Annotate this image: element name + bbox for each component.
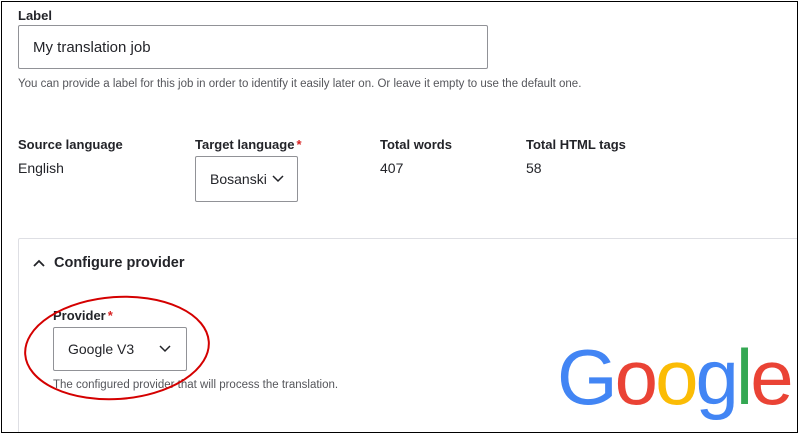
google-logo-letter: G [557,333,618,421]
translation-job-form: Label You can provide a label for this j… [1,1,798,433]
provider-select[interactable]: Google V3 [53,327,187,371]
configure-provider-summary[interactable]: Configure provider [19,239,797,287]
required-marker: * [107,308,113,323]
chevron-down-icon [158,344,172,354]
target-language-title: Target language * [195,137,302,152]
total-html-tags-value: 58 [526,160,542,176]
label-field-heading: Label [18,8,52,23]
target-language-label: Target language [195,137,295,152]
provider-selected: Google V3 [68,341,135,357]
chevron-down-icon [271,174,285,184]
provider-label: Provider [53,308,106,323]
label-input[interactable] [18,25,488,69]
provider-title: Provider * [53,308,113,323]
provider-help-text: The configured provider that will proces… [53,379,339,391]
google-logo: Google [557,338,794,416]
target-language-selected: Bosanski [210,171,267,187]
google-logo-letter: g [695,333,738,421]
required-marker: * [296,137,302,152]
chevron-up-icon [32,258,46,268]
source-language-value: English [18,160,64,176]
total-words-value: 407 [380,160,404,176]
target-language-select[interactable]: Bosanski [195,156,298,202]
label-help-text: You can provide a label for this job in … [18,78,582,90]
configure-provider-title: Configure provider [54,255,185,271]
google-logo-letter: l [735,333,753,421]
google-logo-letter: o [655,333,698,421]
source-language-title: Source language [18,137,123,152]
google-logo-letter: o [614,333,658,421]
google-logo-letter: e [750,333,793,421]
total-words-title: Total words [380,137,452,152]
total-html-tags-title: Total HTML tags [526,137,626,152]
